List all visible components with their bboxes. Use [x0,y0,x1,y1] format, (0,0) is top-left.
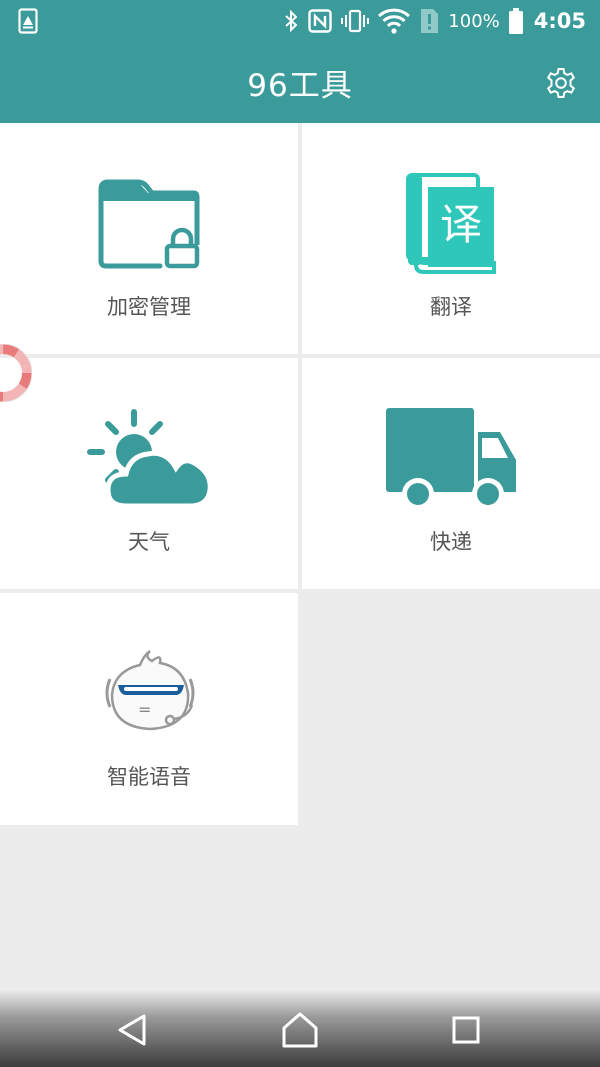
nfc-icon [308,9,332,33]
app-bar: 96工具 [0,42,600,123]
battery-percent: 100% [448,10,500,32]
notification-icon [18,8,42,34]
encrypted-folder-icon [98,179,200,269]
translate-book-icon: 译 [406,173,496,274]
tool-tile-express[interactable]: 快递 [302,358,600,589]
gear-icon [546,68,576,98]
status-bar: 100% 4:05 [0,0,600,42]
tool-tile-encryption[interactable]: 加密管理 [0,123,298,354]
voice-glyph: = [138,700,151,719]
page-title: 96工具 [247,68,353,104]
back-triangle-icon [118,1014,146,1046]
translate-glyph: 译 [440,200,482,249]
settings-button[interactable] [544,66,578,100]
wifi-icon [378,8,411,34]
tool-tile-voice[interactable]: = 智能语音 [0,593,298,825]
tool-label: 翻译 [430,295,472,319]
tool-tile-translate[interactable]: 译 翻译 [302,123,600,354]
weather-icon [87,409,213,509]
clock: 4:05 [533,9,586,33]
floating-ball[interactable] [0,343,33,403]
navigation-bar [0,990,600,1067]
battery-icon [508,8,523,34]
tool-label: 智能语音 [107,765,191,789]
delivery-truck-icon [386,408,516,510]
home-button[interactable] [278,1010,322,1050]
tool-label: 天气 [128,530,170,554]
no-sim-icon [421,9,439,33]
tool-label: 快递 [430,530,472,554]
voice-assistant-icon: = [105,649,195,731]
home-icon [282,1012,318,1048]
vibrate-icon [341,9,370,33]
tool-label: 加密管理 [107,295,191,319]
back-button[interactable] [112,1010,156,1050]
status-icons: 100% 4:05 [283,4,586,38]
recents-button[interactable] [444,1010,488,1050]
tool-tile-weather[interactable]: 天气 [0,358,298,589]
lifebuoy-icon [0,343,33,403]
recents-square-icon [452,1016,480,1044]
bluetooth-icon [285,9,298,33]
